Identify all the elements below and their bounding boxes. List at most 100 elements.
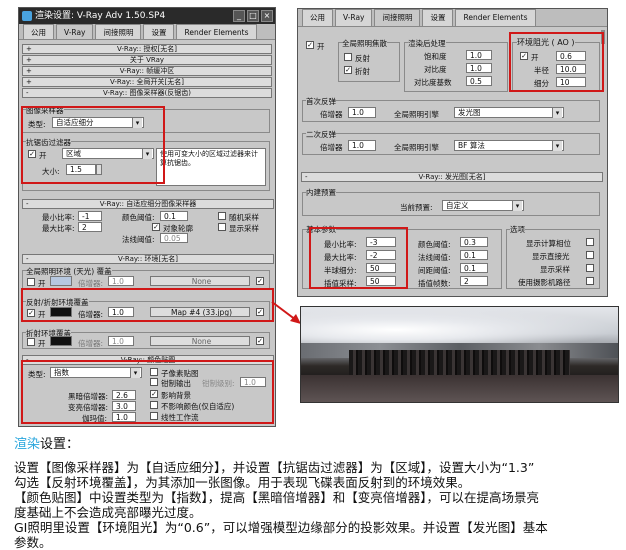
right-tab-vray[interactable]: V-Ray: [335, 9, 373, 26]
highlight-irr-basic: [309, 227, 408, 289]
post-label: 渲染后处理: [408, 38, 446, 49]
reflect-checkbox[interactable]: [344, 53, 352, 61]
irr-show-samples-label: 显示采样: [540, 265, 570, 274]
secondary-bounce-label: 二次反弹: [306, 129, 336, 140]
rollup-irradiance-map[interactable]: - V-Ray:: 发光图[无名]: [301, 172, 603, 182]
highlight-image-sampler: [21, 106, 165, 184]
irr-show-samples-checkbox[interactable]: [586, 264, 594, 272]
show-samples-checkbox[interactable]: [218, 223, 226, 231]
caption-line-1: 设置【图像采样器】为【自适应细分】，并设置【抗锯齿过滤器】为【区域】，设置大小为…: [14, 460, 535, 475]
tab-common[interactable]: 公用: [23, 24, 54, 39]
gi-env-on-checkbox[interactable]: [27, 278, 35, 286]
caustics-label: 全局照明焦散: [342, 38, 387, 49]
gi-on-checkbox[interactable]: ✓: [306, 41, 314, 49]
caption-line-3: 【颜色贴图】中设置类型为【指数】，提高【黑暗倍增器】和【变亮倍增器】，可以在提高…: [14, 490, 540, 505]
right-tab-indirect[interactable]: 间接照明: [374, 9, 421, 26]
irr-color-threshold-input[interactable]: 0.3: [460, 237, 488, 247]
right-tab-common[interactable]: 公用: [302, 9, 333, 26]
gi-env-map-checkbox[interactable]: ✓: [256, 277, 264, 285]
secondary-engine-dropdown[interactable]: BF 算法: [454, 140, 564, 151]
contrast-input[interactable]: 1.0: [466, 63, 492, 73]
refr-env-map-checkbox[interactable]: ✓: [256, 337, 264, 345]
tab-render-elements[interactable]: Render Elements: [176, 24, 257, 39]
refr-env-multiplier-label: 倍增器:: [78, 339, 104, 348]
tab-indirect[interactable]: 间接照明: [95, 24, 142, 39]
current-preset-label: 当前预置:: [400, 203, 433, 212]
tab-vray[interactable]: V-Ray: [56, 24, 94, 39]
show-calc-checkbox[interactable]: [586, 238, 594, 246]
arrow-connector: [271, 301, 301, 324]
primary-engine-dropdown[interactable]: 发光图: [454, 107, 564, 118]
random-sample-label: 随机采样: [229, 213, 259, 222]
contrast-base-label: 对比度基数: [414, 78, 452, 87]
rollup-image-sampler[interactable]: - V-Ray:: 图像采样器(反锯齿): [22, 88, 272, 98]
tab-bar: 公用 V-Ray 间接照明 设置 Render Elements: [19, 24, 275, 40]
show-direct-checkbox[interactable]: [586, 251, 594, 259]
app-icon: [22, 11, 32, 21]
refr-env-map-button[interactable]: None: [150, 336, 250, 346]
window-titlebar: 渲染设置: V-Ray Adv 1.50.SP4 _ □ ×: [19, 8, 275, 24]
right-tab-render-elements[interactable]: Render Elements: [455, 9, 536, 26]
use-camera-path-label: 使用摄影机路径: [518, 278, 571, 287]
builtin-preset-label: 内建预置: [306, 187, 336, 198]
random-sample-checkbox[interactable]: [218, 212, 226, 220]
irr-dist-threshold-label: 间距阈值:: [418, 266, 451, 275]
caption-line-6: 参数。: [14, 535, 52, 550]
show-samples-label: 显示采样: [229, 224, 259, 233]
interp-frames-label: 插值帧数:: [418, 279, 451, 288]
contrast-label: 对比度: [424, 65, 447, 74]
rollup-adaptive-sampler[interactable]: - V-Ray:: 自适应细分图像采样器: [22, 199, 274, 209]
irr-dist-threshold-input[interactable]: 0.1: [460, 263, 488, 273]
saturation-input[interactable]: 1.0: [466, 50, 492, 60]
secondary-engine-label: 全局照明引擎: [394, 143, 439, 152]
primary-multiplier-input[interactable]: 1.0: [348, 107, 376, 118]
gi-on-label: 开: [317, 42, 325, 51]
close-button[interactable]: ×: [261, 10, 273, 22]
min-rate-input[interactable]: -1: [78, 211, 102, 221]
max-rate-input[interactable]: 2: [78, 222, 102, 232]
use-camera-path-checkbox[interactable]: [586, 277, 594, 285]
primary-multiplier-label: 倍增器: [320, 110, 343, 119]
minimize-button[interactable]: _: [233, 10, 245, 22]
secondary-multiplier-input[interactable]: 1.0: [348, 140, 376, 151]
irr-normal-threshold-input[interactable]: 0.1: [460, 250, 488, 260]
refr-env-multiplier-input[interactable]: 1.0: [108, 336, 134, 346]
caption-line-2: 勾选【反射环境覆盖】，为其添加一张图像。用于表现飞碟表面反射到的环境效果。: [14, 475, 471, 490]
gi-env-color-swatch[interactable]: [50, 276, 72, 286]
filter-description: 使用可变大小的区域过滤器来计算抗锯齿。: [156, 148, 266, 186]
gi-env-multiplier-input[interactable]: 1.0: [108, 276, 134, 286]
secondary-multiplier-label: 倍增器: [320, 143, 343, 152]
maximize-button[interactable]: □: [247, 10, 259, 22]
max-rate-label: 最大比率:: [42, 224, 75, 233]
rollup-about[interactable]: + 关于 VRay: [22, 55, 272, 65]
caption-line-4: 度基础上不会造成亮部曝光过度。: [14, 505, 202, 520]
refract-label: 折射: [355, 67, 370, 76]
show-calc-label: 显示计算相位: [526, 239, 571, 248]
caption-heading: 渲染设置：: [14, 437, 80, 452]
gi-env-map-button[interactable]: None: [150, 276, 250, 286]
highlight-color-mapping: [21, 360, 274, 424]
interp-frames-input[interactable]: 2: [460, 276, 488, 286]
highlight-reflection-env: [21, 288, 274, 322]
rollup-license[interactable]: + V-Ray:: 授权[无名]: [22, 44, 272, 54]
refr-env-color-swatch[interactable]: [50, 336, 72, 346]
contrast-base-input[interactable]: 0.5: [466, 76, 492, 86]
adaptive-panel: 最小比率: -1 最大比率: 2 颜色阈值: 0.1 ✓ 对象轮廓 法线阈值: …: [22, 210, 272, 250]
color-threshold-input[interactable]: 0.1: [160, 211, 188, 221]
right-tab-bar: 公用 V-Ray 间接照明 设置 Render Elements: [298, 9, 607, 27]
current-preset-dropdown[interactable]: 自定义: [442, 200, 524, 211]
object-outline-checkbox[interactable]: ✓: [152, 223, 160, 231]
irr-normal-threshold-label: 法线阈值:: [418, 253, 451, 262]
refract-checkbox[interactable]: ✓: [344, 66, 352, 74]
refr-env-on-label: 开: [38, 339, 46, 348]
rollup-framebuffer[interactable]: + V-Ray:: 帧缓冲区: [22, 66, 272, 76]
rollup-global-switches[interactable]: + V-Ray:: 全局开关[无名]: [22, 77, 272, 87]
primary-engine-label: 全局照明引擎: [394, 110, 439, 119]
rollup-environment[interactable]: - V-Ray:: 环境[无名]: [22, 254, 274, 264]
tab-settings[interactable]: 设置: [143, 24, 175, 39]
normal-threshold-input[interactable]: 0.05: [160, 233, 188, 243]
saturation-label: 饱和度: [424, 52, 447, 61]
refr-env-on-checkbox[interactable]: [27, 338, 35, 346]
right-tab-settings[interactable]: 设置: [422, 9, 454, 26]
show-direct-label: 显示直接光: [532, 252, 570, 261]
